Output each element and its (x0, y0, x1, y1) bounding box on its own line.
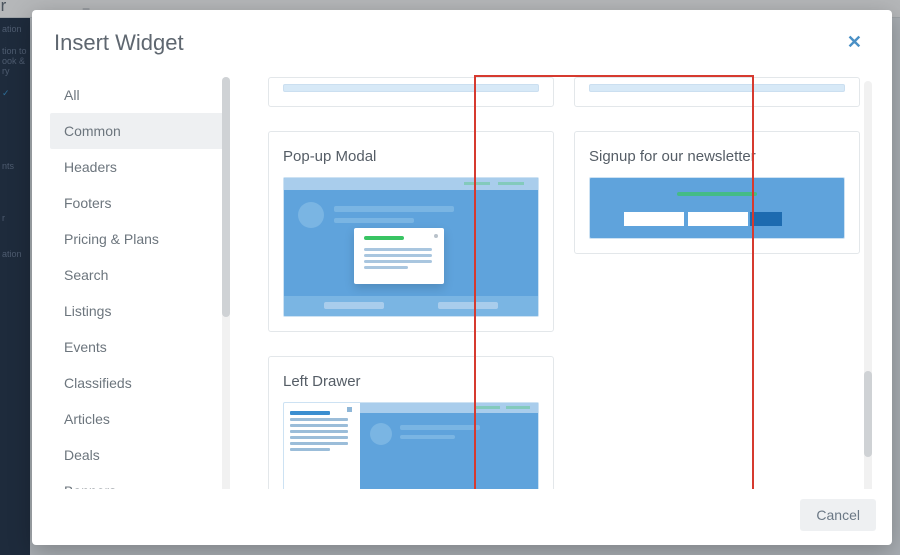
widget-gallery: Pop-up Modal Left Drawer (230, 69, 874, 489)
widget-thumb-popup (283, 177, 539, 317)
widget-card-clipped[interactable] (574, 77, 860, 107)
category-sidebar: All Common Headers Footers Pricing & Pla… (50, 69, 230, 489)
widget-thumb-newsletter (589, 177, 845, 239)
category-classifieds[interactable]: Classifieds (50, 365, 230, 401)
widget-title: Left Drawer (283, 373, 539, 390)
modal-body: All Common Headers Footers Pricing & Pla… (32, 69, 892, 489)
category-common[interactable]: Common (50, 113, 230, 149)
widget-card-newsletter[interactable]: Signup for our newsletter (574, 131, 860, 254)
close-icon: ✕ (847, 32, 862, 52)
widget-thumb-drawer (283, 402, 539, 489)
widget-thumb-clipped (283, 84, 539, 92)
close-button[interactable]: ✕ (839, 28, 870, 57)
category-headers[interactable]: Headers (50, 149, 230, 185)
category-events[interactable]: Events (50, 329, 230, 365)
category-deals[interactable]: Deals (50, 437, 230, 473)
widget-card-left-drawer[interactable]: Left Drawer (268, 356, 554, 489)
modal-title: Insert Widget (54, 30, 184, 56)
category-articles[interactable]: Articles (50, 401, 230, 437)
category-listings[interactable]: Listings (50, 293, 230, 329)
gallery-scrollbar-thumb[interactable] (864, 371, 872, 457)
category-banners[interactable]: Banners (50, 473, 230, 489)
widget-card-clipped[interactable] (268, 77, 554, 107)
gallery-column-2: Signup for our newsletter (574, 77, 860, 489)
gallery-scrollbar[interactable] (864, 81, 872, 489)
widget-card-popup-modal[interactable]: Pop-up Modal (268, 131, 554, 332)
gallery-column-1: Pop-up Modal Left Drawer (268, 77, 554, 489)
widget-thumb-clipped (589, 84, 845, 92)
category-all[interactable]: All (50, 77, 230, 113)
modal-header: Insert Widget ✕ (32, 10, 892, 69)
sidebar-scrollbar-thumb[interactable] (222, 77, 230, 317)
widget-title: Signup for our newsletter (589, 148, 845, 165)
category-search[interactable]: Search (50, 257, 230, 293)
category-footers[interactable]: Footers (50, 185, 230, 221)
modal-footer: Cancel (32, 489, 892, 545)
cancel-button[interactable]: Cancel (800, 499, 876, 531)
widget-title: Pop-up Modal (283, 148, 539, 165)
insert-widget-modal: Insert Widget ✕ All Common Headers Foote… (32, 10, 892, 545)
category-pricing-plans[interactable]: Pricing & Plans (50, 221, 230, 257)
